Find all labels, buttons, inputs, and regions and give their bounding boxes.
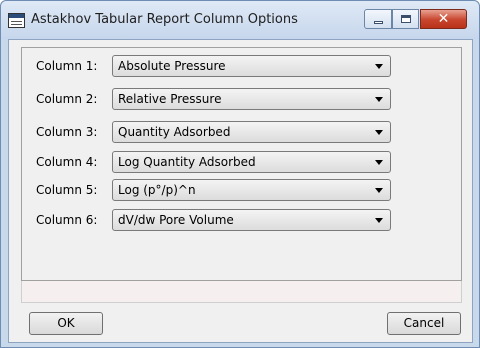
column-6-select[interactable]: dV/dw Pore Volume [112,209,391,231]
minimize-button[interactable] [364,9,392,29]
column-row-2: Column 2: Relative Pressure [22,88,461,114]
app-window-icon [8,13,25,28]
column-row-6: Column 6: dV/dw Pore Volume [22,209,461,235]
ok-button[interactable]: OK [29,312,103,335]
dialog-content: Column 1: Absolute Pressure Column 2: Re… [8,39,473,343]
column-2-select[interactable]: Relative Pressure [112,88,391,110]
status-strip [21,281,462,303]
column-row-1: Column 1: Absolute Pressure [22,55,461,81]
column-4-select[interactable]: Log Quantity Adsorbed [112,151,391,173]
column-label: Column 2: [36,92,98,106]
select-value: Quantity Adsorbed [118,125,231,139]
minimize-icon [374,21,383,24]
select-value: Absolute Pressure [118,59,226,73]
select-value: Log (p°/p)^n [118,183,196,197]
cancel-button[interactable]: Cancel [387,312,461,335]
select-value: dV/dw Pore Volume [118,213,234,227]
column-label: Column 6: [36,213,98,227]
column-5-select[interactable]: Log (p°/p)^n [112,179,391,201]
dialog-window: Astakhov Tabular Report Column Options ✕… [0,0,480,348]
select-value: Log Quantity Adsorbed [118,155,256,169]
window-title: Astakhov Tabular Report Column Options [31,12,298,27]
title-bar[interactable]: Astakhov Tabular Report Column Options ✕ [1,1,479,39]
chevron-down-icon [375,218,383,223]
column-row-3: Column 3: Quantity Adsorbed [22,121,461,147]
chevron-down-icon [375,64,383,69]
close-button[interactable]: ✕ [420,9,467,29]
column-options-panel: Column 1: Absolute Pressure Column 2: Re… [21,47,462,281]
column-3-select[interactable]: Quantity Adsorbed [112,121,391,143]
column-label: Column 4: [36,155,98,169]
chevron-down-icon [375,130,383,135]
maximize-icon [401,15,411,23]
select-value: Relative Pressure [118,92,222,106]
column-1-select[interactable]: Absolute Pressure [112,55,391,77]
maximize-button[interactable] [392,9,419,29]
chevron-down-icon [375,160,383,165]
column-label: Column 1: [36,59,98,73]
column-label: Column 3: [36,125,98,139]
column-label: Column 5: [36,183,98,197]
column-row-5: Column 5: Log (p°/p)^n [22,179,461,205]
close-icon: ✕ [437,11,450,27]
chevron-down-icon [375,97,383,102]
chevron-down-icon [375,188,383,193]
column-row-4: Column 4: Log Quantity Adsorbed [22,151,461,177]
